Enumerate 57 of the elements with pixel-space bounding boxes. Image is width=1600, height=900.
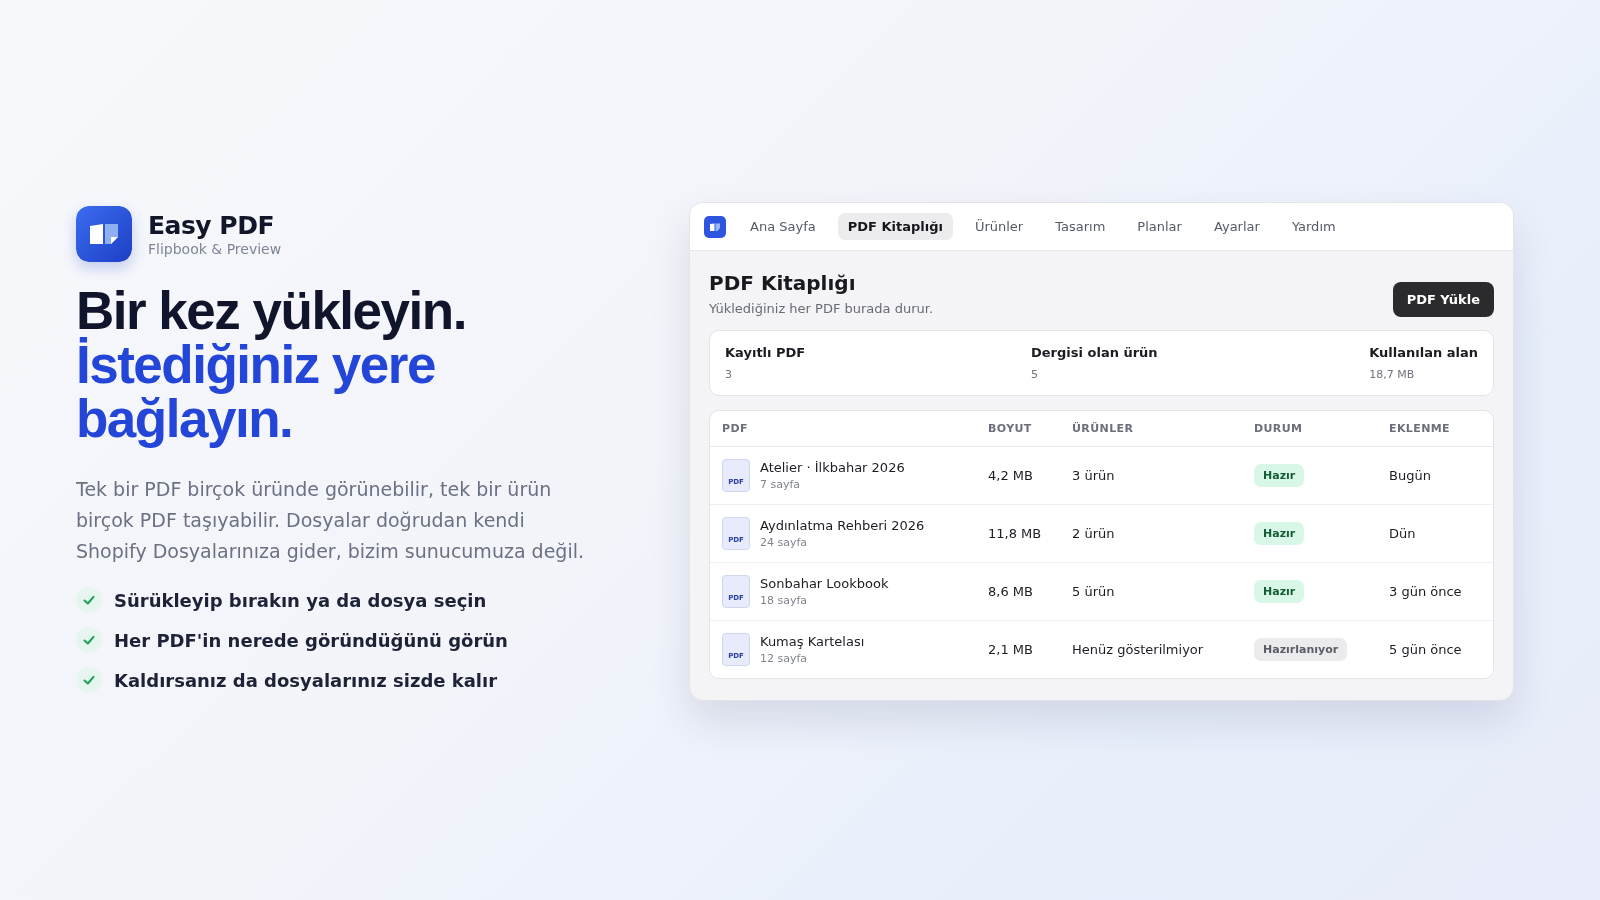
- status-badge: Hazır: [1254, 464, 1305, 487]
- check-icon: [76, 627, 102, 653]
- page-count: 12 sayfa: [760, 652, 809, 665]
- page-count: 24 sayfa: [760, 536, 809, 549]
- file-name: Aydınlatma Rehberi 2026: [760, 518, 925, 533]
- check-icon: [76, 587, 102, 613]
- feature-text: Sürükleyip bırakın ya da dosya seçin: [114, 589, 487, 611]
- file-name: Atelier · İlkbahar 2026: [760, 460, 905, 475]
- nav-tab[interactable]: Planlar: [1127, 213, 1192, 240]
- nav-tab[interactable]: Tasarım: [1045, 213, 1116, 240]
- file-name: Kumaş Kartelası: [760, 634, 865, 649]
- page-subtitle: Yüklediğiniz her PDF burada durur.: [709, 301, 934, 316]
- stat-value: 5: [1031, 368, 1039, 381]
- feature-text: Kaldırsanız da dosyalarınız sizde kalır: [114, 669, 498, 691]
- page-count: 18 sayfa: [760, 594, 809, 607]
- brand-tagline: Flipbook & Preview: [148, 241, 282, 257]
- table-cell-text: 4,2 MB: [988, 468, 1034, 483]
- column-header: BOYUT: [988, 422, 1033, 435]
- table-cell-text: Dün: [1389, 526, 1417, 541]
- stat-label: Kayıtlı PDF: [725, 345, 807, 360]
- table-cell-text: Bugün: [1389, 468, 1432, 483]
- table-cell-text: 11,8 MB: [988, 526, 1043, 541]
- nav-tab[interactable]: Yardım: [1281, 213, 1346, 240]
- table-cell-text: 2,1 MB: [988, 642, 1034, 657]
- table-cell-text: 5 ürün: [1072, 584, 1116, 599]
- nav-tab[interactable]: PDF Kitaplığı: [837, 213, 953, 240]
- stat-value: 3: [725, 368, 733, 381]
- intro-paragraph: Tek bir PDF birçok üründe görünebilir, tek bir ürün birçok PDF taşıyabilir. Dosyalar doğrudan kendi Shopify Dosyalarınıza gider, bizim sunucumuza değil.: [76, 477, 585, 564]
- brand-name: Easy PDF: [148, 211, 275, 240]
- file-name: Sonbahar Lookbook: [760, 576, 889, 591]
- stat-label: Kullanılan alan: [1369, 345, 1478, 360]
- app-logo-icon: [76, 206, 132, 262]
- check-icon: [76, 667, 102, 693]
- table-cell-text: 5 gün önce: [1389, 642, 1463, 657]
- page-title: PDF Kitaplığı: [709, 271, 857, 295]
- column-header: PDF: [722, 422, 749, 435]
- table-cell-text: 8,6 MB: [988, 584, 1034, 599]
- column-header: EKLENME: [1389, 422, 1452, 435]
- table-cell-text: Henüz gösterilmiyor: [1072, 642, 1205, 657]
- status-badge: Hazır: [1254, 522, 1305, 545]
- nav-tab[interactable]: Ayarlar: [1203, 213, 1270, 240]
- stat-label: Dergisi olan ürün: [1031, 345, 1159, 360]
- status-badge: Hazır: [1254, 580, 1305, 603]
- stat-value: 18,7 MB: [1369, 368, 1416, 381]
- table-cell-text: 3 ürün: [1072, 468, 1116, 483]
- page-count: 7 sayfa: [760, 478, 802, 491]
- column-header: DURUM: [1254, 422, 1304, 435]
- feature-text: Her PDF'in nerede göründüğünü görün: [114, 629, 508, 651]
- table-cell-text: 3 gün önce: [1389, 584, 1463, 599]
- upload-button[interactable]: PDF Yükle: [1392, 282, 1494, 317]
- table-cell-text: 2 ürün: [1072, 526, 1116, 541]
- nav-tab[interactable]: Ürünler: [964, 213, 1034, 240]
- column-header: ÜRÜNLER: [1072, 422, 1135, 435]
- status-badge: Hazırlanıyor: [1254, 638, 1348, 661]
- headline: Bir kez yükleyin.: [76, 284, 467, 338]
- app-logo-icon: [704, 215, 726, 238]
- nav-tab[interactable]: Ana Sayfa: [740, 213, 826, 240]
